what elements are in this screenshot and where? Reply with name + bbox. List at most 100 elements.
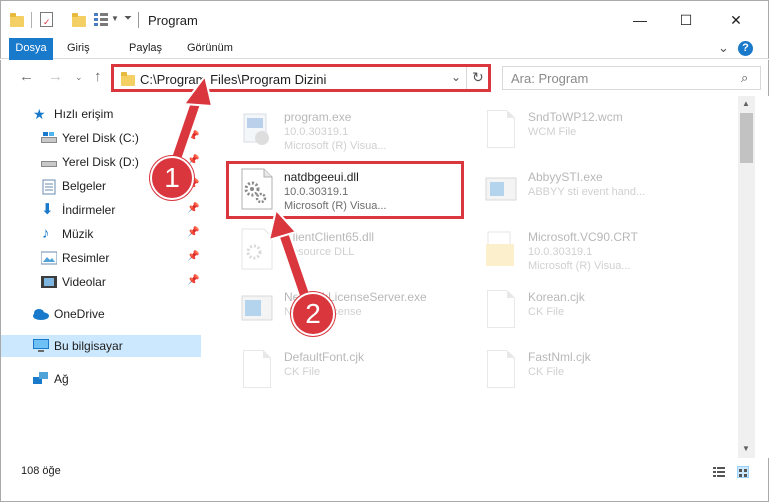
pin-icon[interactable]: 📌 (187, 131, 199, 142)
file-detail: CK File (528, 366, 565, 378)
file-name: Korean.cjk (528, 290, 585, 304)
title-bar: ✓ ▼ ⏷ Program — ☐ ✕ (0, 0, 769, 38)
drive-icon (41, 131, 57, 145)
file-name: SndToWP12.wcm (528, 110, 623, 124)
minimize-button[interactable]: — (617, 1, 663, 39)
customize-toolbar-icon[interactable]: ⏷ (124, 13, 132, 24)
sidebar-item-label: İndirmeler (62, 203, 116, 217)
help-icon[interactable]: ? (738, 41, 753, 56)
maximize-button[interactable]: ☐ (663, 1, 709, 39)
pin-icon[interactable]: 📌 (187, 227, 199, 238)
videos-icon (41, 275, 57, 289)
properties-icon[interactable]: ✓ (40, 12, 53, 27)
details-view-icon[interactable] (713, 466, 725, 478)
file-detail: ABBYY sti event hand... (528, 186, 646, 198)
file-detail: Resource DLL (284, 246, 355, 258)
file-name: Microsoft.VC90.CRT (528, 230, 638, 244)
drive-icon (41, 155, 57, 169)
forward-icon[interactable]: → (48, 68, 63, 85)
file-item[interactable]: DefaultFont.cjk CK File (232, 342, 472, 398)
folder-icon (10, 13, 24, 27)
sidebar-item-videos[interactable]: Videolar 📌 (1, 271, 201, 293)
file-item[interactable]: ClientClient65.dll Resource DLL (232, 222, 472, 278)
file-name: FastNml.cjk (528, 350, 591, 364)
sidebar-item-label: OneDrive (54, 307, 105, 321)
scroll-up-icon[interactable]: ▲ (742, 99, 750, 108)
file-detail: WCM File (528, 126, 577, 138)
document-icon (484, 108, 518, 150)
tab-home[interactable]: Giriş (67, 38, 90, 59)
close-button[interactable]: ✕ (713, 1, 759, 39)
file-detail: CK File (528, 306, 565, 318)
sidebar-item-quick-access[interactable]: ★ Hızlı erişim (1, 103, 201, 125)
sidebar-item-network[interactable]: Ağ (1, 368, 201, 390)
file-item[interactable]: SndToWP12.wcm WCM File (476, 102, 716, 158)
sidebar-item-label: Bu bilgisayar (54, 339, 123, 353)
file-detail: Microsoft (R) Visua... (284, 140, 387, 152)
file-item[interactable]: FastNml.cjk CK File (476, 342, 716, 398)
file-item[interactable]: Korean.cjk CK File (476, 282, 716, 338)
step-badge-1: 1 (150, 156, 194, 200)
exe-file-icon (484, 168, 518, 210)
pin-icon[interactable]: 📌 (187, 251, 199, 262)
scrollbar-thumb[interactable] (740, 113, 753, 163)
sidebar-item-pictures[interactable]: Resimler 📌 (1, 247, 201, 269)
sidebar-item-label: Müzik (62, 227, 94, 241)
file-item[interactable]: AbbyySTI.exe ABBYY sti event hand... (476, 162, 716, 218)
file-name: program.exe (284, 110, 352, 124)
sidebar-item-this-pc[interactable]: Bu bilgisayar (1, 335, 201, 357)
tab-view[interactable]: Görünüm (187, 38, 233, 59)
file-detail: CK File (284, 366, 321, 378)
download-icon: ⬇ (41, 201, 54, 218)
sidebar-item-onedrive[interactable]: OneDrive (1, 303, 201, 325)
vertical-scrollbar[interactable]: ▲ ▼ (738, 96, 755, 458)
dll-gear-icon (240, 228, 274, 270)
file-item[interactable]: Microsoft.VC90.CRT 10.0.30319.1 Microsof… (476, 222, 716, 278)
window-title: Program (148, 13, 198, 28)
pin-icon[interactable]: 📌 (187, 203, 199, 214)
tiles-view-icon[interactable] (737, 466, 749, 478)
sidebar-item-music[interactable]: ♪ Müzik 📌 (1, 223, 201, 245)
file-list: program.exe 10.0.30319.1 Microsoft (R) V… (206, 96, 738, 458)
sidebar-item-label: Yerel Disk (D:) (62, 155, 139, 169)
sidebar-item-downloads[interactable]: ⬇ İndirmeler 📌 (1, 199, 201, 221)
cloud-icon (32, 307, 49, 321)
view-options-icon[interactable] (94, 13, 108, 26)
ribbon-expand-icon[interactable]: ⌄ (718, 40, 729, 56)
recent-locations-icon[interactable]: ⌄ (75, 72, 83, 83)
item-count: 108 öğe (21, 465, 61, 477)
search-box[interactable]: Ara: Program ⌕ (502, 66, 761, 90)
search-icon[interactable]: ⌕ (741, 70, 748, 86)
address-highlight (111, 64, 491, 92)
computer-icon (33, 339, 49, 353)
pin-icon[interactable]: 📌 (187, 275, 199, 286)
dropdown-arrow-icon[interactable]: ▼ (111, 14, 119, 23)
status-bar: 108 öğe (0, 458, 769, 502)
new-folder-icon[interactable] (72, 13, 86, 27)
document-icon (484, 348, 518, 390)
document-icon (240, 348, 274, 390)
file-highlight (226, 161, 464, 219)
back-icon[interactable]: ← (19, 68, 34, 85)
sidebar-item-drive-c[interactable]: Yerel Disk (C:) 📌 (1, 127, 201, 149)
step-badge-2: 2 (291, 292, 335, 336)
sidebar-item-label: Resimler (62, 251, 110, 265)
music-icon: ♪ (42, 225, 50, 242)
folder-file-icon (484, 228, 518, 270)
scroll-down-icon[interactable]: ▼ (742, 444, 750, 453)
search-input[interactable]: Ara: Program (511, 71, 588, 86)
file-name: ClientClient65.dll (284, 230, 375, 244)
file-detail: 10.0.30319.1 (284, 126, 349, 138)
exe-file-icon (240, 288, 274, 330)
file-detail: 10.0.30319.1 (528, 246, 593, 258)
file-item[interactable]: program.exe 10.0.30319.1 Microsoft (R) V… (232, 102, 472, 158)
up-icon[interactable]: ↑ (94, 68, 102, 85)
separator (31, 12, 32, 28)
file-item[interactable]: NetworkLicenseServer.exe Network license (232, 282, 472, 338)
document-icon (484, 288, 518, 330)
sidebar-item-label: Hızlı erişim (54, 107, 114, 121)
pictures-icon (40, 251, 58, 265)
tab-share[interactable]: Paylaş (129, 38, 162, 59)
star-icon: ★ (33, 106, 46, 122)
file-name: AbbyySTI.exe (528, 170, 603, 184)
